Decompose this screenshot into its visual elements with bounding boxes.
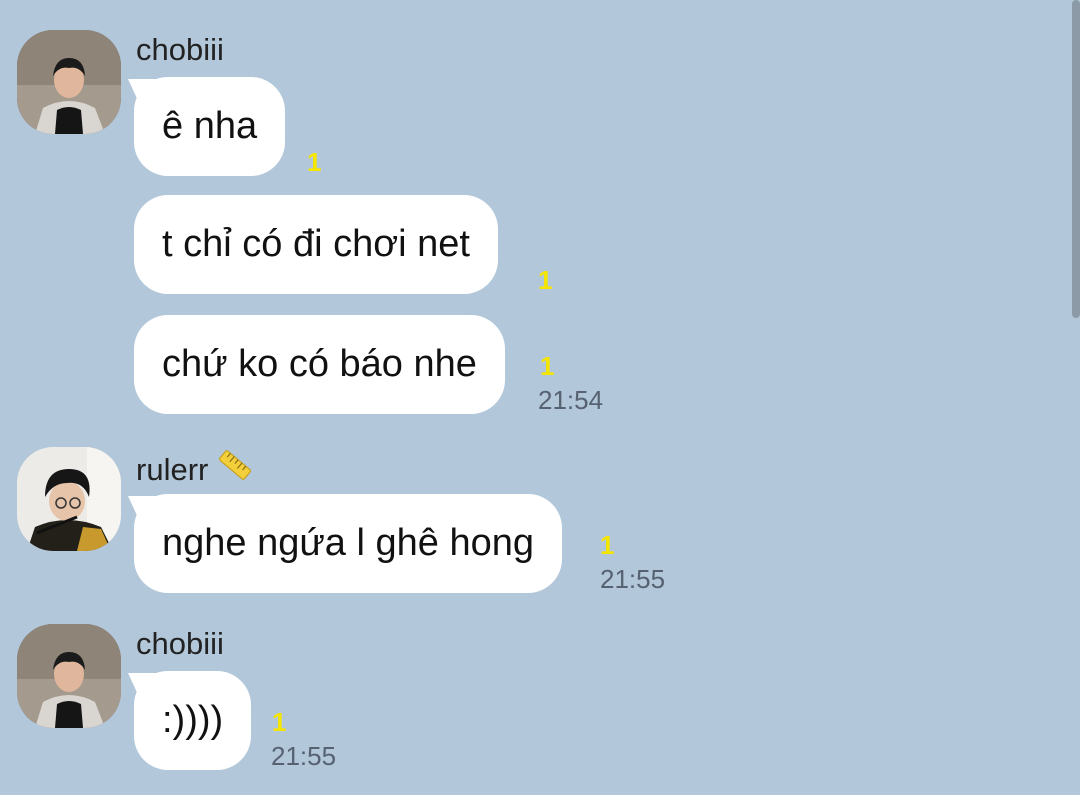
message-bubble[interactable]: :)))) bbox=[134, 671, 252, 770]
chat-messages: chobiii ê nha 1 t chỉ có đi chơi net 1 c… bbox=[0, 0, 1080, 795]
message-bubble[interactable]: nghe ngứa l ghê hong bbox=[134, 494, 562, 593]
message-bubble[interactable]: ê nha bbox=[134, 77, 286, 176]
profile-photo-icon bbox=[17, 30, 121, 134]
avatar[interactable] bbox=[17, 447, 121, 551]
ruler-icon bbox=[216, 446, 254, 492]
unread-count: 1 bbox=[540, 351, 555, 381]
message-time: 21:54 bbox=[538, 385, 604, 415]
message-time: 21:55 bbox=[600, 564, 666, 594]
scrollbar[interactable] bbox=[1072, 0, 1080, 318]
profile-photo-icon bbox=[17, 624, 121, 728]
sender-name: chobiii bbox=[136, 626, 224, 661]
profile-photo-icon bbox=[17, 447, 121, 551]
sender-name: chobiii bbox=[136, 32, 224, 67]
unread-count: 1 bbox=[600, 530, 615, 560]
unread-count: 1 bbox=[272, 707, 287, 737]
message-time: 21:55 bbox=[271, 741, 337, 771]
message-bubble[interactable]: chứ ko có báo nhe bbox=[134, 315, 505, 414]
avatar[interactable] bbox=[17, 30, 121, 134]
sender-name-text: rulerr bbox=[136, 452, 209, 488]
message-bubble[interactable]: t chỉ có đi chơi net bbox=[134, 195, 498, 294]
unread-count: 1 bbox=[307, 147, 322, 177]
avatar[interactable] bbox=[17, 624, 121, 728]
unread-count: 1 bbox=[538, 265, 553, 295]
sender-name: rulerr bbox=[136, 449, 254, 495]
